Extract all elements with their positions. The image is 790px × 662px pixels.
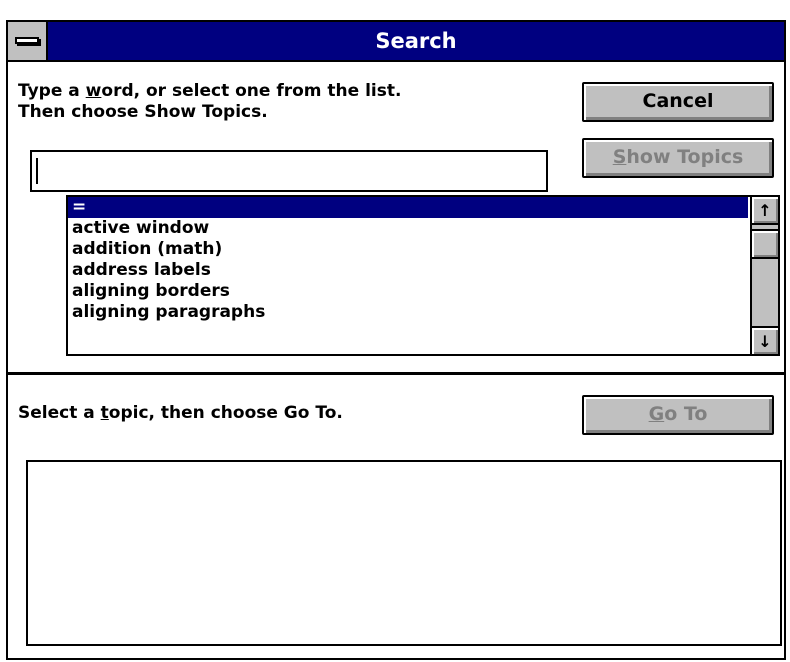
text-caret [36, 158, 38, 184]
instruction-text-part: Type a [18, 81, 86, 101]
title-bar: Search [8, 22, 784, 62]
instruction-hotkey: w [85, 81, 102, 101]
go-to-button[interactable]: Go To [582, 395, 774, 435]
show-topics-hotkey: S [612, 146, 627, 168]
scroll-up-arrow-icon[interactable]: ↑ [752, 197, 778, 225]
go-to-label: o To [664, 403, 708, 425]
instruction-text-part: ord, or select one from the list. [101, 81, 402, 101]
keyword-list-item[interactable]: aligning paragraphs [68, 302, 748, 323]
keyword-list[interactable]: = active window addition (math) address lab… [66, 195, 780, 356]
topics-instruction-part: opic, then choose Go To. [108, 403, 343, 423]
cancel-button[interactable]: Cancel [582, 82, 774, 122]
scroll-down-arrow-icon[interactable]: ↓ [752, 326, 778, 354]
keyword-list-item[interactable]: = [68, 197, 748, 218]
search-instruction-line1: Type a word, or select one from the list… [18, 81, 401, 101]
go-to-hotkey: G [648, 403, 665, 425]
search-dialog: Search Type a word, or select one from t… [6, 20, 786, 660]
search-instruction-line2: Then choose Show Topics. [18, 102, 268, 122]
keyword-list-item[interactable]: aligning borders [68, 281, 748, 302]
topics-instruction-hotkey: t [100, 403, 109, 423]
keyword-list-item[interactable]: addition (math) [68, 239, 748, 260]
keyword-list-scrollbar[interactable]: ↑ ↓ [750, 197, 778, 354]
topics-instruction: Select a topic, then choose Go To. [18, 403, 343, 423]
system-menu-bar-glyph [15, 37, 39, 44]
keyword-list-item[interactable]: active window [68, 218, 748, 239]
scroll-thumb[interactable] [752, 229, 778, 259]
system-menu-icon[interactable] [8, 22, 48, 60]
show-topics-button[interactable]: Show Topics [582, 138, 774, 178]
topics-list[interactable] [26, 460, 782, 646]
section-divider [8, 372, 784, 375]
keyword-list-item[interactable]: address labels [68, 260, 748, 281]
topics-instruction-part: Select a [18, 403, 101, 423]
keyword-list-items: = active window addition (math) address lab… [68, 197, 748, 323]
show-topics-label: how Topics [626, 146, 744, 168]
search-input[interactable] [30, 150, 548, 192]
window-title: Search [375, 29, 457, 53]
